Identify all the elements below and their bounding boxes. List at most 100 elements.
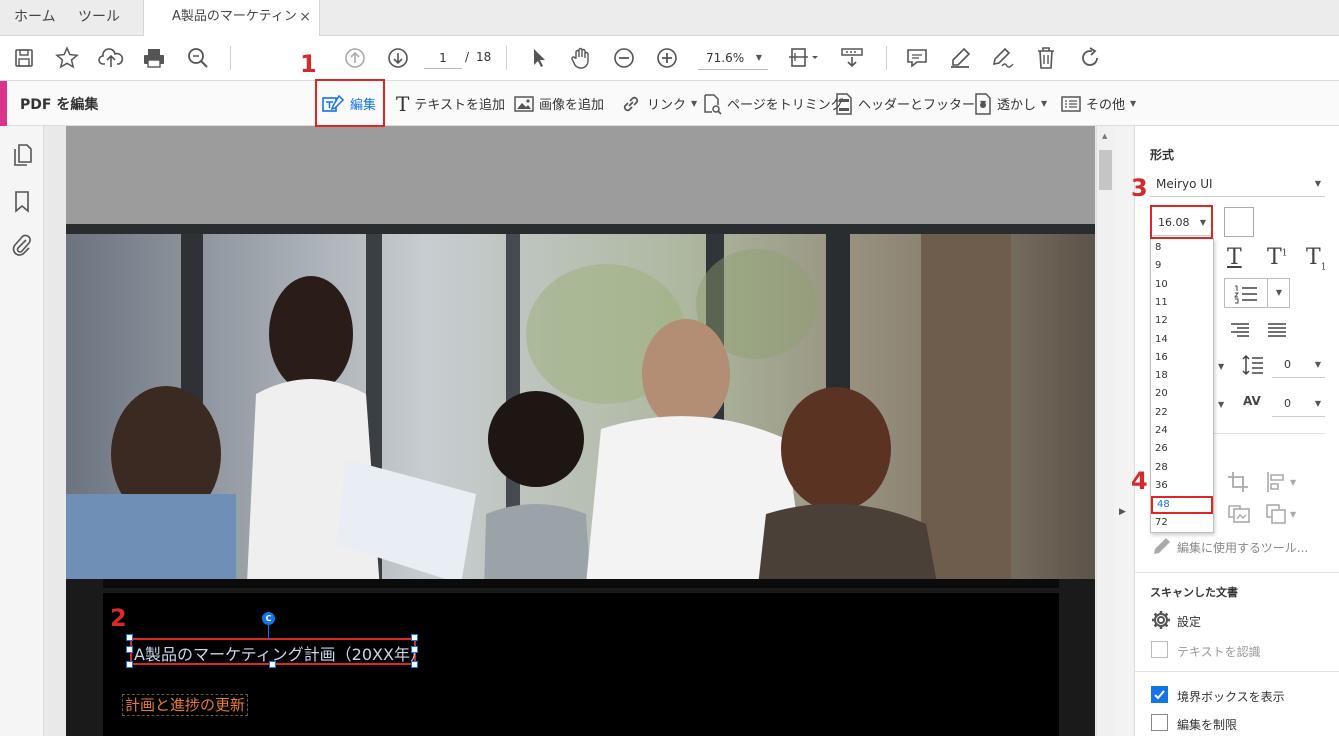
font-size-option[interactable]: 12 xyxy=(1155,315,1168,326)
add-text-label: テキストを追加 xyxy=(414,98,505,113)
font-size-option[interactable]: 16 xyxy=(1155,352,1168,363)
font-size-option[interactable]: 9 xyxy=(1155,260,1161,271)
font-size-option[interactable]: 26 xyxy=(1155,443,1168,454)
sign-icon[interactable] xyxy=(989,44,1017,72)
show-bounding-box-label: 境界ボックスを表示 xyxy=(1177,690,1285,704)
tab-home[interactable]: ホーム xyxy=(14,0,56,36)
zoom-in-icon[interactable] xyxy=(653,44,681,72)
highlight-icon[interactable] xyxy=(946,44,974,72)
add-text-button[interactable]: T テキストを追加 xyxy=(396,81,505,126)
font-size-option[interactable]: 11 xyxy=(1155,297,1168,308)
comment-icon[interactable] xyxy=(903,44,931,72)
settings-link[interactable]: 設定 xyxy=(1177,613,1201,630)
chevron-down-icon: ▼ xyxy=(1041,99,1048,108)
watermark-button[interactable]: 透かし ▼ xyxy=(974,81,1047,126)
char-spacing-select[interactable]: 0 ▼ xyxy=(1272,391,1325,417)
font-family-select[interactable]: Meiryo UI ▼ xyxy=(1150,173,1325,197)
resize-handle[interactable] xyxy=(126,634,133,641)
crop-icon[interactable] xyxy=(1227,471,1249,493)
title-text[interactable]: A製品のマーケティング計画（20XX年） xyxy=(134,641,426,665)
justify-icon[interactable] xyxy=(1266,322,1288,338)
replace-image-icon[interactable] xyxy=(1227,503,1251,525)
font-size-option[interactable]: 18 xyxy=(1155,370,1168,381)
scroll-up-arrow-icon[interactable]: ▲ xyxy=(1102,132,1107,140)
resize-handle[interactable] xyxy=(411,634,418,641)
toolbar-divider xyxy=(230,46,231,70)
rotate-handle[interactable]: C xyxy=(262,612,275,625)
tab-tools[interactable]: ツール xyxy=(78,0,120,36)
chevron-down-icon: ▼ xyxy=(1130,99,1137,108)
font-size-option[interactable]: 72 xyxy=(1155,517,1168,528)
font-size-option[interactable]: 20 xyxy=(1155,388,1168,399)
font-color-swatch[interactable] xyxy=(1224,207,1254,237)
select-arrow-icon[interactable] xyxy=(525,44,553,72)
subtitle-text[interactable]: 計画と進捗の更新 xyxy=(125,696,245,714)
fit-page-icon[interactable] xyxy=(785,44,821,72)
hand-tool-icon[interactable] xyxy=(567,44,595,72)
resize-handle[interactable] xyxy=(126,661,133,668)
superscript-icon[interactable]: T1 xyxy=(1267,245,1287,270)
numbered-list-select[interactable]: ▼ xyxy=(1224,278,1290,308)
zoom-search-icon[interactable] xyxy=(184,44,212,72)
resize-handle[interactable] xyxy=(411,646,418,653)
pages-icon[interactable] xyxy=(12,143,34,167)
font-size-option[interactable]: 28 xyxy=(1155,462,1168,473)
trash-icon[interactable] xyxy=(1032,44,1060,72)
subtitle-text-box[interactable]: 計画と進捗の更新 xyxy=(122,694,249,716)
tab-document[interactable]: A製品のマーケティング... × xyxy=(143,0,320,58)
attachment-icon[interactable] xyxy=(12,233,32,257)
next-page-icon[interactable] xyxy=(384,44,412,72)
text-t-icon: T xyxy=(396,91,410,116)
subscript-icon[interactable]: T1 xyxy=(1306,245,1326,272)
line-spacing-select[interactable]: 0 ▼ xyxy=(1272,352,1325,378)
font-size-option[interactable]: 8 xyxy=(1155,242,1161,253)
align-objects-select[interactable]: ▼ xyxy=(1265,471,1296,493)
crop-page-button[interactable]: ページをトリミング xyxy=(702,81,844,126)
font-size-option[interactable]: 36 xyxy=(1155,480,1168,491)
scroll-mode-icon[interactable] xyxy=(838,44,866,72)
redo-icon[interactable] xyxy=(1076,44,1104,72)
link-label: リンク xyxy=(647,98,687,113)
header-footer-label: ヘッダーとフッター xyxy=(858,98,976,113)
show-bounding-box-checkbox[interactable] xyxy=(1151,686,1168,703)
font-size-option[interactable]: 22 xyxy=(1155,407,1168,418)
more-icon xyxy=(1061,95,1081,112)
recognize-text-checkbox[interactable] xyxy=(1151,641,1168,658)
cloud-upload-icon[interactable] xyxy=(97,44,125,72)
expand-right-arrow-icon[interactable]: ▶ xyxy=(1119,507,1126,517)
arrange-select[interactable]: ▼ xyxy=(1265,503,1296,525)
scrollbar-thumb[interactable] xyxy=(1099,150,1112,190)
resize-handle[interactable] xyxy=(411,661,418,668)
restrict-editing-checkbox[interactable] xyxy=(1151,714,1168,731)
chevron-down-icon[interactable]: ▼ xyxy=(1218,400,1224,409)
vertical-scrollbar[interactable]: ▲ xyxy=(1096,126,1114,736)
font-size-option[interactable]: 14 xyxy=(1155,334,1168,345)
page-number-input[interactable]: 1 xyxy=(424,47,462,69)
header-footer-button[interactable]: ヘッダーとフッター ▼ xyxy=(835,81,986,126)
font-size-option[interactable]: 24 xyxy=(1155,425,1168,436)
add-image-button[interactable]: 画像を追加 xyxy=(514,81,604,126)
bookmark-icon[interactable] xyxy=(13,190,31,214)
prev-page-icon[interactable] xyxy=(341,44,369,72)
save-icon[interactable] xyxy=(10,44,38,72)
tab-home-label: ホーム xyxy=(14,9,56,25)
align-right-icon[interactable] xyxy=(1229,322,1251,338)
more-button[interactable]: その他 ▼ xyxy=(1061,81,1136,126)
font-size-option[interactable]: 10 xyxy=(1155,279,1168,290)
font-size-option[interactable]: 48 xyxy=(1151,496,1213,515)
chevron-down-icon: ▼ xyxy=(691,99,698,108)
recognize-text-label: テキストを認識 xyxy=(1177,645,1261,659)
chevron-down-icon: ▼ xyxy=(1314,360,1321,369)
chevron-down-icon[interactable]: ▼ xyxy=(1218,362,1224,371)
resize-handle[interactable] xyxy=(269,661,276,668)
close-icon[interactable]: × xyxy=(299,0,311,34)
underline-icon[interactable]: T xyxy=(1227,245,1242,270)
resize-handle[interactable] xyxy=(126,646,133,653)
star-icon[interactable] xyxy=(53,44,81,72)
zoom-out-icon[interactable] xyxy=(610,44,638,72)
zoom-select[interactable]: 71.6% ▼ xyxy=(698,46,768,70)
link-button[interactable]: リンク ▼ xyxy=(620,81,697,126)
edit-tools-link[interactable]: 編集に使用するツール... xyxy=(1177,539,1308,556)
gear-icon[interactable] xyxy=(1151,610,1171,630)
print-icon[interactable] xyxy=(140,44,168,72)
